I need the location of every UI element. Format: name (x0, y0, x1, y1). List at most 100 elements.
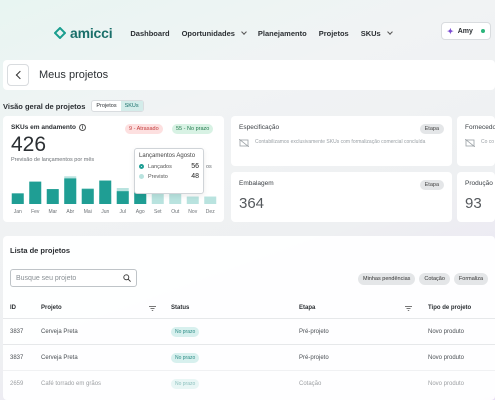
stage-card-embalagem[interactable]: Embalagem Etapa 364 (231, 172, 452, 222)
x-tick-label: Fev (31, 209, 40, 215)
page-title: Meus projetos (39, 69, 109, 81)
empty-state: Co co (465, 139, 495, 147)
filter-icon[interactable] (405, 305, 412, 311)
tooltip-forecast-label: Previsto (148, 173, 168, 180)
on-time-badge: 55 - No prazo (172, 124, 214, 134)
search-input[interactable]: Busque seu projeto (10, 269, 137, 287)
nav-planejamento[interactable]: Planejamento (258, 29, 307, 38)
bar-launched-fev[interactable] (29, 181, 42, 204)
cell-project: Cerveja Preta (41, 354, 78, 361)
nav-oportunidades[interactable]: Oportunidades (182, 29, 247, 38)
table-header: ID Projeto Status Etapa Tipo de projeto (3, 298, 495, 318)
status-badge: No prazo (171, 378, 200, 389)
chart-tooltip: Lançamentos Agosto Lançados 56 Previsto … (134, 148, 204, 194)
chevron-left-icon (15, 70, 24, 80)
bar-forecast-dez[interactable] (204, 196, 217, 204)
logo-mark-icon (54, 27, 66, 39)
bar-forecast-out[interactable] (169, 192, 182, 204)
nav-skus[interactable]: SKUs (360, 28, 393, 38)
x-tick-label: Nov (188, 209, 197, 215)
tooltip-trailing-text: os (206, 164, 212, 170)
table-row[interactable]: 3837 Cerveja Preta No prazo Pré-projeto … (3, 344, 495, 370)
chevron-down-icon (241, 29, 247, 35)
nav-projetos[interactable]: Projetos (319, 29, 349, 38)
cell-type: Novo produto (428, 354, 465, 361)
skus-label: SKUs em andamento (11, 124, 77, 131)
toggle-skus[interactable]: SKUs (120, 101, 143, 111)
col-header-tipo[interactable]: Tipo de projeto (428, 305, 471, 311)
no-data-icon (465, 139, 475, 147)
forecast-dot-icon (139, 174, 144, 179)
user-menu-button[interactable]: ✦ Amy (441, 22, 491, 40)
nav-dashboard[interactable]: Dashboard (130, 29, 169, 38)
col-header-status[interactable]: Status (171, 305, 189, 311)
back-button[interactable] (7, 64, 29, 86)
nav-projetos-label: Projetos (318, 28, 349, 38)
toggle-projetos[interactable]: Projetos (92, 101, 120, 111)
project-list-card: Lista de projetos Busque seu projeto Min… (3, 236, 495, 400)
amicci-logo[interactable]: amicci (54, 25, 113, 41)
search-placeholder: Busque seu projeto (16, 274, 77, 282)
tooltip-launched-label: Lançados (148, 163, 172, 170)
cell-type: Novo produto (428, 328, 465, 335)
stage-badge: Etapa (419, 180, 444, 190)
cell-stage: Pré-projeto (299, 328, 329, 335)
x-tick-label: Mai (84, 209, 92, 215)
logo-text: amicci (70, 25, 113, 41)
chip-formalizacao[interactable]: Formaliza (453, 273, 489, 285)
stage-value: 364 (239, 195, 265, 212)
x-tick-label: Dez (206, 209, 215, 215)
online-status-indicator (481, 29, 485, 33)
cell-id: 3837 (10, 354, 24, 361)
no-data-icon (239, 139, 249, 147)
tooltip-launched-value: 56 (191, 163, 199, 170)
stage-title: Fornecedor (465, 124, 495, 131)
bar-forecast-set[interactable] (151, 192, 164, 204)
user-name: Amy (457, 27, 473, 35)
col-header-projeto[interactable]: Projeto (41, 305, 62, 311)
bar-launched-abr[interactable] (64, 178, 77, 204)
chip-minhas-pendencias[interactable]: Minhas pendências (358, 273, 416, 285)
stage-card-fornecedor[interactable]: Fornecedor Co co (457, 116, 495, 166)
stage-card-especificacao[interactable]: Especificação Etapa Contabilizamos exclu… (231, 116, 452, 166)
bar-launched-jun[interactable] (99, 180, 112, 204)
main-nav: Dashboard Oportunidades Planejamento Pro… (130, 28, 393, 38)
chevron-down-icon (386, 29, 393, 35)
x-tick-label: Jan (14, 209, 22, 215)
stage-title: Produção (465, 180, 493, 187)
cell-stage: Pré-projeto (299, 354, 329, 361)
stage-card-producao[interactable]: Produção 93 (457, 172, 495, 222)
table-row[interactable]: 3837 Cerveja Preta No prazo Pré-projeto … (3, 318, 495, 344)
search-icon[interactable] (123, 274, 131, 282)
x-tick-label: Set (154, 209, 162, 215)
bar-launched-jul[interactable] (116, 191, 129, 204)
tooltip-row-forecast: Previsto 48 (139, 173, 199, 180)
launched-dot-icon (139, 164, 144, 169)
sparkle-icon: ✦ (447, 26, 454, 36)
col-header-etapa[interactable]: Etapa (299, 305, 315, 311)
cell-id: 2659 (10, 380, 24, 387)
nav-dashboard-label: Dashboard (130, 28, 170, 38)
overview-header: Visão geral de projetos Projetos SKUs (3, 100, 144, 112)
col-header-id[interactable]: ID (10, 305, 16, 311)
bar-launched-jan[interactable] (11, 193, 24, 204)
empty-state-text: Contabilizamos exclusivamente SKUs com f… (255, 139, 426, 145)
tooltip-forecast-value: 48 (191, 173, 199, 180)
table-row[interactable]: 2659 Café torrado em grãos No prazo Cota… (3, 370, 495, 396)
nav-skus-label: SKUs (360, 28, 381, 38)
nav-planejamento-label: Planejamento (257, 28, 307, 38)
late-badge: 9 - Atrasado (125, 124, 163, 134)
bar-launched-mar[interactable] (46, 189, 59, 204)
x-tick-label: Out (171, 209, 180, 215)
x-tick-label: Abr (66, 209, 74, 215)
status-badge: No prazo (171, 326, 200, 337)
bar-launched-mai[interactable] (81, 189, 94, 204)
chip-cotacao[interactable]: Cotação (419, 273, 450, 285)
filter-icon[interactable] (149, 305, 156, 311)
x-tick-label: Ago (136, 209, 145, 215)
info-icon[interactable]: i (79, 124, 87, 131)
x-tick-label: Mar (48, 209, 57, 215)
bar-forecast-nov[interactable] (186, 196, 199, 204)
cell-id: 3837 (10, 328, 24, 335)
cell-type: Novo produto (428, 380, 465, 387)
